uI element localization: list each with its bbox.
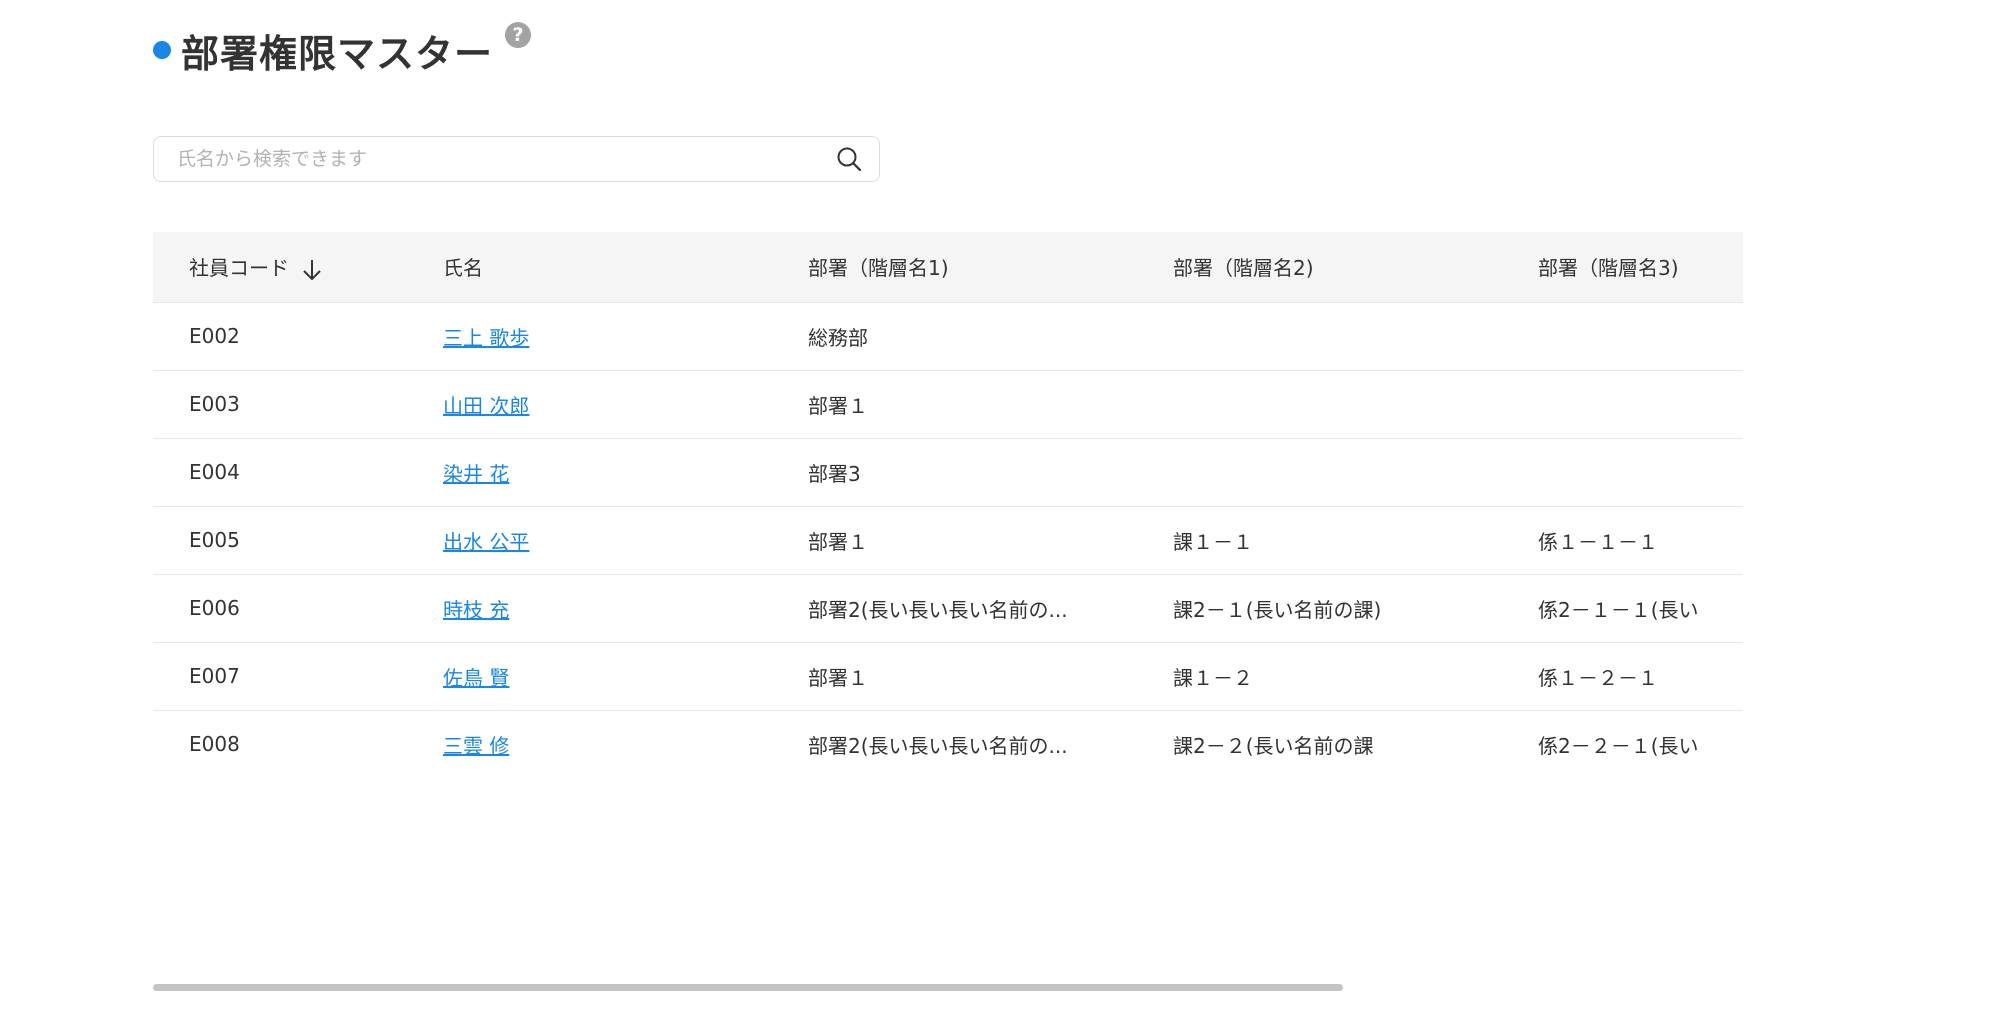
cell-name: 佐鳥 賢: [443, 642, 808, 710]
cell-dept-level2: 課１－１: [1173, 529, 1253, 554]
cell-employee-code: E008: [189, 732, 240, 756]
cell-dept-level3: 係１－２－１: [1538, 665, 1658, 690]
column-header-dept-level3: 部署（階層名3): [1538, 256, 1679, 281]
employee-name-link[interactable]: 染井 花: [443, 462, 509, 486]
column-header-name: 氏名: [443, 256, 483, 281]
cell-employee-code: E006: [189, 596, 240, 620]
page-title: 部署権限マスター: [181, 31, 494, 76]
cell-dept-level2: [1173, 370, 1538, 438]
cell-name: 出水 公平: [443, 506, 808, 574]
cell-dept-level1: 部署2(長い長い長い名前の...: [808, 597, 1068, 622]
cell-dept-level3: [1538, 302, 1743, 370]
cell-dept-level2: 課2－１(長い名前の課): [1173, 597, 1382, 622]
employee-name-link[interactable]: 時枝 充: [443, 598, 509, 622]
page: 部署権限マスター ? 社員コード 氏名: [0, 0, 2000, 1033]
table-row: E005 出水 公平 部署１ 課１－１ 係１－１－１: [153, 506, 1743, 574]
column-header-dept-level1: 部署（階層名1): [808, 256, 949, 281]
table-row: E004 染井 花 部署3: [153, 438, 1743, 506]
cell-dept-level1: 部署3: [808, 461, 861, 486]
cell-employee-code: E005: [189, 528, 240, 552]
search-input[interactable]: [154, 137, 819, 181]
employee-table-container: 社員コード 氏名 部署（階層名1) 部署（階層名2) 部署（階層名3) E002…: [153, 232, 1743, 777]
search-button[interactable]: [819, 137, 879, 181]
cell-dept-level2: 課１－２: [1173, 665, 1253, 690]
search-icon: [837, 147, 862, 172]
table-row: E002 三上 歌歩 総務部: [153, 302, 1743, 370]
cell-dept-level3: [1538, 438, 1743, 506]
cell-dept-level1: 総務部: [808, 325, 868, 350]
cell-name: 三上 歌歩: [443, 302, 808, 370]
cell-dept-level1: 部署１: [808, 529, 868, 554]
cell-employee-code: E003: [189, 392, 240, 416]
cell-dept-level1: 部署2(長い長い長い名前の...: [808, 733, 1068, 758]
cell-name: 三雲 修: [443, 710, 808, 777]
table-row: E003 山田 次郎 部署１: [153, 370, 1743, 438]
horizontal-scrollbar[interactable]: [153, 984, 1343, 991]
column-header-employee-code[interactable]: 社員コード: [153, 232, 443, 302]
table-row: E007 佐鳥 賢 部署１ 課１－２ 係１－２－１: [153, 642, 1743, 710]
employee-name-link[interactable]: 佐鳥 賢: [443, 666, 509, 690]
cell-dept-level3: [1538, 370, 1743, 438]
search-box: [153, 136, 880, 182]
cell-employee-code: E002: [189, 324, 240, 348]
employee-name-link[interactable]: 出水 公平: [443, 530, 529, 554]
cell-dept-level3: 係１－１－１: [1538, 529, 1658, 554]
title-area: 部署権限マスター: [153, 22, 493, 78]
cell-dept-level1: 部署１: [808, 393, 868, 418]
employee-name-link[interactable]: 三上 歌歩: [443, 326, 529, 350]
employee-name-link[interactable]: 山田 次郎: [443, 394, 529, 418]
cell-employee-code: E004: [189, 460, 240, 484]
arrow-down-icon[interactable]: [301, 258, 323, 282]
cell-dept-level2: [1173, 302, 1538, 370]
header-row: 社員コード 氏名 部署（階層名1) 部署（階層名2) 部署（階層名3): [153, 232, 1743, 302]
cell-name: 染井 花: [443, 438, 808, 506]
cell-dept-level2: 課2－２(長い名前の課: [1173, 733, 1374, 758]
cell-employee-code: E007: [189, 664, 240, 688]
employee-table: 社員コード 氏名 部署（階層名1) 部署（階層名2) 部署（階層名3) E002…: [153, 232, 1743, 777]
table-header: 社員コード 氏名 部署（階層名1) 部署（階層名2) 部署（階層名3): [153, 232, 1743, 302]
column-header-label: 社員コード: [189, 256, 289, 280]
table-row: E006 時枝 充 部署2(長い長い長い名前の... 課2－１(長い名前の課) …: [153, 574, 1743, 642]
table-row: E008 三雲 修 部署2(長い長い長い名前の... 課2－２(長い名前の課 係…: [153, 710, 1743, 777]
cell-dept-level3: 係2－１－１(長い: [1538, 597, 1699, 622]
title-bullet-icon: [153, 41, 171, 59]
cell-dept-level1: 部署１: [808, 665, 868, 690]
help-icon[interactable]: ?: [505, 22, 531, 48]
column-header-dept-level2: 部署（階層名2): [1173, 256, 1314, 281]
table-body: E002 三上 歌歩 総務部 E003 山田 次郎 部署１ E004 染井 花: [153, 302, 1743, 777]
cell-dept-level2: [1173, 438, 1538, 506]
cell-name: 山田 次郎: [443, 370, 808, 438]
cell-name: 時枝 充: [443, 574, 808, 642]
cell-dept-level3: 係2－２－１(長い: [1538, 733, 1699, 758]
employee-name-link[interactable]: 三雲 修: [443, 734, 509, 758]
